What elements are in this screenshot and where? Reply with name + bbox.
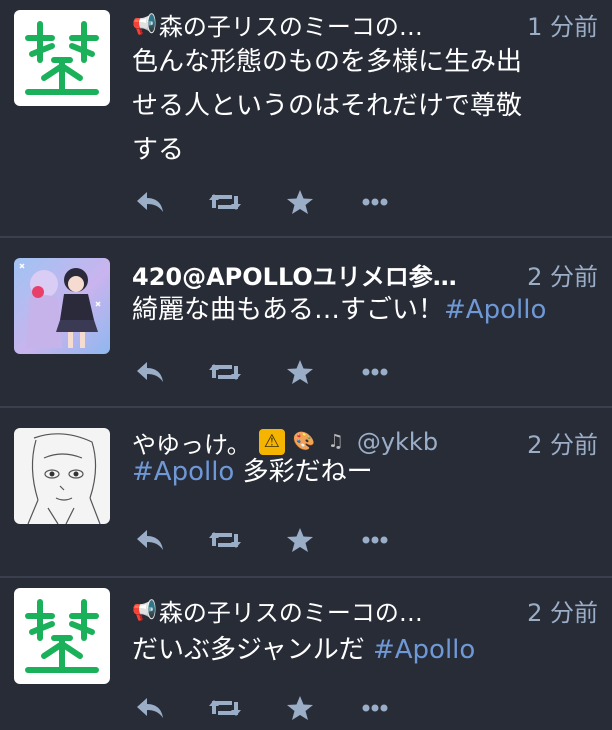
- avatar[interactable]: [14, 588, 110, 684]
- content-text: 多彩だねー: [234, 457, 373, 487]
- content-line: 色んな形態のものを多様に生み出: [132, 47, 523, 77]
- content-text: だいぶ多ジャンルだ: [132, 635, 373, 665]
- reply-button[interactable]: [132, 354, 168, 390]
- more-button[interactable]: [357, 184, 393, 220]
- megaphone-icon: 📢: [132, 12, 157, 36]
- boost-icon: [209, 532, 241, 548]
- boost-icon: [209, 700, 241, 716]
- content-line: せる人というのはそれだけで尊敬: [132, 91, 523, 121]
- anime-illustration-icon: [19, 263, 101, 348]
- favourite-button[interactable]: [282, 184, 318, 220]
- status-item[interactable]: 📢 森の子リスのミーコの… 2 分前 だいぶ多ジャンルだ #Apollo: [0, 578, 612, 730]
- star-icon: [287, 528, 313, 552]
- display-name[interactable]: 420@APOLLOユリメロ参…: [132, 257, 457, 292]
- relative-time[interactable]: 1 分前: [511, 7, 598, 42]
- boost-icon: [209, 194, 241, 210]
- star-icon: [287, 696, 313, 720]
- status-item[interactable]: やゆっけ。 ⚠ 🎨 ♫ @ykkb 2 分前 #Apollo 多彩だねー: [0, 408, 612, 578]
- boost-button[interactable]: [207, 354, 243, 390]
- boost-button[interactable]: [207, 690, 243, 726]
- status-header: 📢 森の子リスのミーコの… 1 分前: [132, 6, 598, 42]
- hashtag-link[interactable]: #Apollo: [444, 295, 546, 325]
- status-content: #Apollo 多彩だねー: [132, 450, 598, 494]
- boost-button[interactable]: [207, 522, 243, 558]
- more-button[interactable]: [357, 522, 393, 558]
- more-icon: [362, 704, 388, 712]
- hashtag-link[interactable]: #Apollo: [132, 457, 234, 487]
- action-bar: [132, 184, 432, 220]
- favourite-button[interactable]: [282, 354, 318, 390]
- action-bar: [132, 522, 432, 558]
- star-icon: [287, 190, 313, 214]
- star-icon: [287, 360, 313, 384]
- reply-icon: [137, 362, 163, 382]
- status-content: 綺麗な曲もある…すごい！#Apollo: [132, 288, 598, 332]
- status-item[interactable]: 📢 森の子リスのミーコの… 1 分前 色んな形態のものを多様に生み出 せる人とい…: [0, 0, 612, 238]
- display-name[interactable]: 森の子リスのミーコの…: [159, 593, 423, 628]
- avatar[interactable]: [14, 428, 110, 524]
- more-icon: [362, 368, 388, 376]
- megaphone-icon: 📢: [132, 598, 157, 622]
- content-text: 綺麗な曲もある…すごい！: [132, 295, 445, 325]
- boost-button[interactable]: [207, 184, 243, 220]
- reply-button[interactable]: [132, 690, 168, 726]
- reply-icon: [137, 530, 163, 550]
- content-line: する: [132, 135, 185, 165]
- reply-icon: [137, 192, 163, 212]
- reply-icon: [137, 698, 163, 718]
- status-content: だいぶ多ジャンルだ #Apollo: [132, 628, 598, 672]
- favourite-button[interactable]: [282, 690, 318, 726]
- more-button[interactable]: [357, 690, 393, 726]
- avatar[interactable]: [14, 10, 110, 106]
- status-item[interactable]: 420@APOLLOユリメロ参… 2 分前 綺麗な曲もある…すごい！#Apoll…: [0, 238, 612, 408]
- action-bar: [132, 354, 432, 390]
- sprout-logo-icon: [25, 599, 99, 673]
- reply-button[interactable]: [132, 184, 168, 220]
- reply-button[interactable]: [132, 522, 168, 558]
- action-bar: [132, 690, 432, 726]
- sprout-logo-icon: [25, 21, 99, 95]
- relative-time[interactable]: 2 分前: [511, 593, 598, 628]
- boost-icon: [209, 364, 241, 380]
- hashtag-link[interactable]: #Apollo: [373, 635, 475, 665]
- favourite-button[interactable]: [282, 522, 318, 558]
- timeline: 📢 森の子リスのミーコの… 1 分前 色んな形態のものを多様に生み出 せる人とい…: [0, 0, 612, 730]
- status-content: 色んな形態のものを多様に生み出 せる人というのはそれだけで尊敬 する: [132, 40, 598, 172]
- more-icon: [362, 198, 388, 206]
- more-button[interactable]: [357, 354, 393, 390]
- avatar[interactable]: [14, 258, 110, 354]
- status-header: 📢 森の子リスのミーコの… 2 分前: [132, 592, 598, 628]
- pencil-sketch-icon: [27, 433, 101, 524]
- relative-time[interactable]: 2 分前: [511, 257, 598, 292]
- status-header: 420@APOLLOユリメロ参… 2 分前: [132, 256, 598, 292]
- display-name[interactable]: 森の子リスのミーコの…: [159, 7, 423, 42]
- more-icon: [362, 536, 388, 544]
